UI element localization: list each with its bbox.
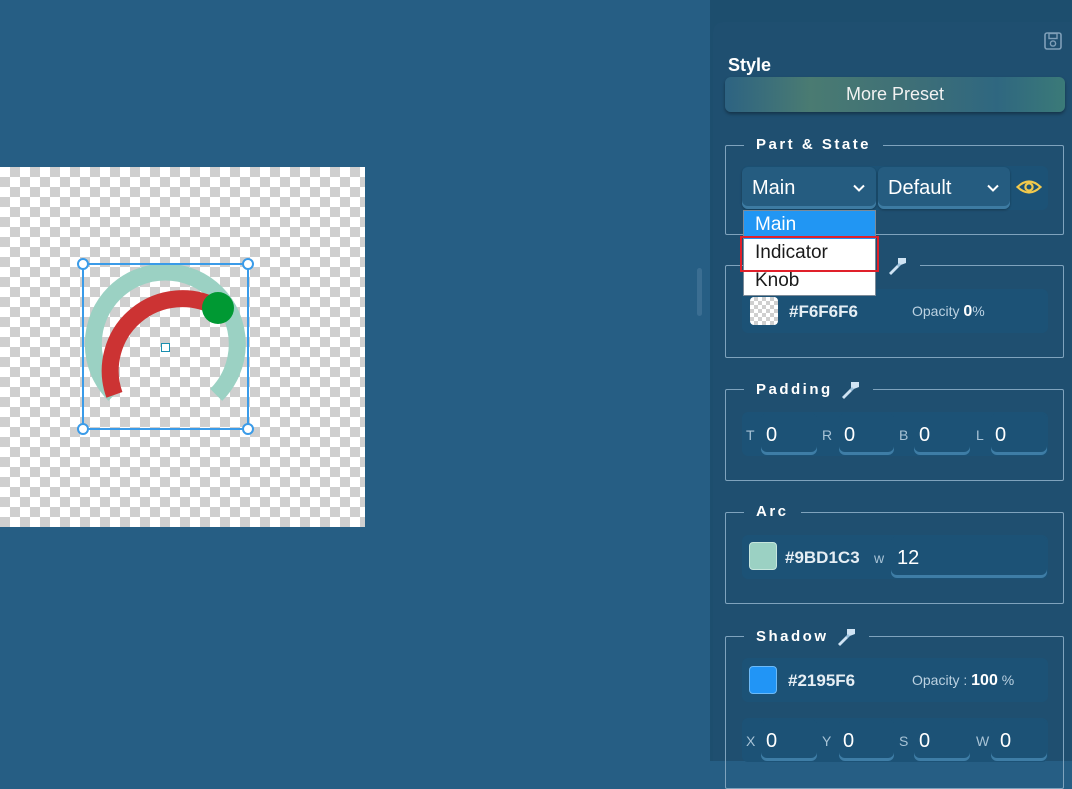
padding-right-value: 0 [844, 424, 856, 446]
padding-top-value: 0 [766, 424, 778, 446]
resize-handle-top-right[interactable] [242, 258, 254, 270]
background-opacity-label: Opacity [912, 303, 960, 319]
paint-brush-icon[interactable] [839, 380, 861, 400]
state-select-value: Default [888, 177, 952, 199]
padding-left-value: 0 [995, 424, 1007, 446]
part-select[interactable]: Main [742, 167, 876, 209]
shadow-x-label: X [746, 733, 756, 749]
padding-right-label: R [822, 427, 833, 443]
resize-handle-top-left[interactable] [77, 258, 89, 270]
part-option-knob[interactable]: Knob [744, 267, 875, 295]
shadow-group: Shadow [725, 627, 1064, 789]
state-select[interactable]: Default [878, 167, 1010, 209]
shadow-spread-label: S [899, 733, 909, 749]
background-opacity-value: 0 [963, 303, 973, 320]
shadow-opacity[interactable]: Opacity : 100 % [912, 672, 1014, 690]
shadow-y-value: 0 [843, 730, 855, 752]
resize-handle-bottom-right[interactable] [242, 423, 254, 435]
padding-legend-text: Padding [756, 380, 833, 398]
part-option-main[interactable]: Main [744, 211, 875, 239]
shadow-legend: Shadow [744, 627, 869, 647]
padding-legend: Padding [744, 380, 873, 400]
part-state-legend: Part & State [756, 136, 872, 153]
arc-width-label: w [874, 550, 885, 566]
shadow-spread-value: 0 [919, 730, 931, 752]
shadow-x-value: 0 [766, 730, 778, 752]
more-preset-button[interactable]: More Preset [725, 77, 1065, 112]
part-select-value: Main [752, 177, 796, 199]
background-opacity-unit: % [972, 303, 985, 319]
padding-right-input[interactable]: 0 [839, 413, 894, 455]
shadow-y-label: Y [822, 733, 832, 749]
panel-splitter[interactable] [697, 268, 702, 316]
design-canvas[interactable] [0, 167, 365, 527]
arc-color-swatch[interactable] [749, 542, 777, 570]
arc-knob[interactable] [202, 292, 234, 324]
shadow-legend-text: Shadow [756, 627, 829, 645]
resize-handle-bottom-left[interactable] [77, 423, 89, 435]
padding-bottom-label: B [899, 427, 909, 443]
save-icon[interactable] [1043, 31, 1063, 51]
shadow-width-value: 0 [1000, 730, 1012, 752]
shadow-opacity-value: 100 [971, 672, 998, 689]
arc-width-input[interactable]: 12 [891, 536, 1047, 578]
arc-widget[interactable] [0, 167, 365, 527]
padding-top-label: T [746, 427, 755, 443]
arc-legend: Arc [756, 503, 789, 520]
paint-brush-icon[interactable] [835, 627, 857, 647]
shadow-spread-input[interactable]: 0 [914, 719, 970, 761]
padding-bottom-value: 0 [919, 424, 931, 446]
chevron-down-icon [853, 184, 865, 192]
center-pivot[interactable] [161, 343, 170, 352]
shadow-width-label: W [976, 733, 990, 749]
padding-left-input[interactable]: 0 [991, 413, 1047, 455]
arc-width-value: 12 [897, 547, 920, 569]
padding-left-label: L [976, 427, 984, 443]
part-option-indicator[interactable]: Indicator [744, 239, 875, 267]
shadow-width-input[interactable]: 0 [991, 719, 1047, 761]
padding-top-input[interactable]: 0 [761, 413, 817, 455]
padding-bottom-input[interactable]: 0 [914, 413, 970, 455]
arc-color-hex[interactable]: #9BD1C3 [785, 548, 860, 568]
shadow-y-input[interactable]: 0 [839, 719, 894, 761]
part-dropdown-list: Main Indicator Knob [743, 210, 876, 296]
shadow-color-hex[interactable]: #2195F6 [788, 671, 855, 691]
shadow-opacity-unit: % [1001, 672, 1015, 688]
background-color-swatch[interactable] [750, 297, 778, 325]
shadow-x-input[interactable]: 0 [761, 719, 817, 761]
paint-brush-icon[interactable] [886, 256, 908, 276]
background-opacity[interactable]: Opacity 0% [912, 303, 985, 321]
chevron-down-icon [987, 184, 999, 192]
shadow-opacity-label: Opacity : [912, 672, 968, 688]
panel-title: Style [728, 55, 772, 75]
eye-icon[interactable] [1016, 178, 1042, 196]
background-color-hex[interactable]: #F6F6F6 [789, 302, 858, 322]
shadow-color-swatch[interactable] [749, 666, 777, 694]
